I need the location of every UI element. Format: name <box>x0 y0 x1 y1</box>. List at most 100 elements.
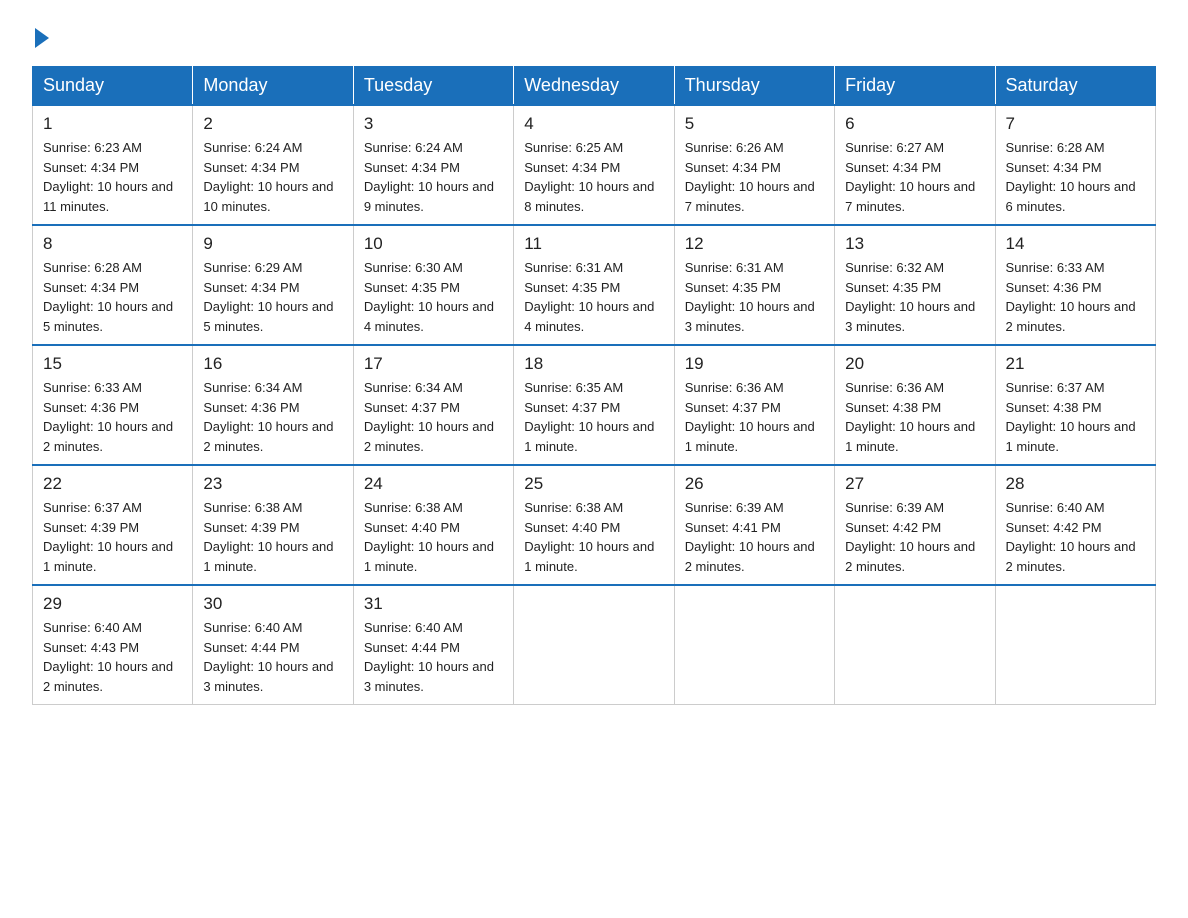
day-info: Sunrise: 6:36 AMSunset: 4:38 PMDaylight:… <box>845 378 984 456</box>
page-header <box>32 24 1156 48</box>
day-number: 24 <box>364 474 503 494</box>
logo-arrow-icon <box>35 28 49 48</box>
calendar-day-cell: 26 Sunrise: 6:39 AMSunset: 4:41 PMDayligh… <box>674 465 834 585</box>
calendar-day-cell: 12 Sunrise: 6:31 AMSunset: 4:35 PMDayligh… <box>674 225 834 345</box>
calendar-day-cell: 1 Sunrise: 6:23 AMSunset: 4:34 PMDaylight… <box>33 105 193 225</box>
calendar-header-friday: Friday <box>835 67 995 106</box>
day-info: Sunrise: 6:40 AMSunset: 4:42 PMDaylight:… <box>1006 498 1145 576</box>
day-number: 18 <box>524 354 663 374</box>
day-info: Sunrise: 6:38 AMSunset: 4:40 PMDaylight:… <box>364 498 503 576</box>
calendar-day-cell: 4 Sunrise: 6:25 AMSunset: 4:34 PMDaylight… <box>514 105 674 225</box>
day-info: Sunrise: 6:39 AMSunset: 4:42 PMDaylight:… <box>845 498 984 576</box>
day-info: Sunrise: 6:36 AMSunset: 4:37 PMDaylight:… <box>685 378 824 456</box>
day-number: 6 <box>845 114 984 134</box>
calendar-day-cell: 19 Sunrise: 6:36 AMSunset: 4:37 PMDayligh… <box>674 345 834 465</box>
calendar-day-cell: 11 Sunrise: 6:31 AMSunset: 4:35 PMDayligh… <box>514 225 674 345</box>
day-number: 13 <box>845 234 984 254</box>
day-number: 4 <box>524 114 663 134</box>
calendar-header-wednesday: Wednesday <box>514 67 674 106</box>
day-info: Sunrise: 6:37 AMSunset: 4:38 PMDaylight:… <box>1006 378 1145 456</box>
day-number: 1 <box>43 114 182 134</box>
calendar-day-cell: 22Sunrise: 6:37 AMSunset: 4:39 PMDayligh… <box>33 465 193 585</box>
calendar-day-cell: 7 Sunrise: 6:28 AMSunset: 4:34 PMDaylight… <box>995 105 1155 225</box>
day-info: Sunrise: 6:23 AMSunset: 4:34 PMDaylight:… <box>43 138 182 216</box>
calendar-day-cell: 21Sunrise: 6:37 AMSunset: 4:38 PMDayligh… <box>995 345 1155 465</box>
calendar-day-cell: 20 Sunrise: 6:36 AMSunset: 4:38 PMDayligh… <box>835 345 995 465</box>
day-number: 20 <box>845 354 984 374</box>
calendar-day-cell: 28 Sunrise: 6:40 AMSunset: 4:42 PMDayligh… <box>995 465 1155 585</box>
day-number: 31 <box>364 594 503 614</box>
day-info: Sunrise: 6:26 AMSunset: 4:34 PMDaylight:… <box>685 138 824 216</box>
calendar-header-monday: Monday <box>193 67 353 106</box>
day-number: 26 <box>685 474 824 494</box>
calendar-day-cell: 23 Sunrise: 6:38 AMSunset: 4:39 PMDayligh… <box>193 465 353 585</box>
day-info: Sunrise: 6:33 AMSunset: 4:36 PMDaylight:… <box>43 378 182 456</box>
day-info: Sunrise: 6:25 AMSunset: 4:34 PMDaylight:… <box>524 138 663 216</box>
day-info: Sunrise: 6:35 AMSunset: 4:37 PMDaylight:… <box>524 378 663 456</box>
day-number: 3 <box>364 114 503 134</box>
day-number: 9 <box>203 234 342 254</box>
logo <box>32 24 49 48</box>
calendar-day-cell <box>835 585 995 705</box>
calendar-header-thursday: Thursday <box>674 67 834 106</box>
day-info: Sunrise: 6:40 AMSunset: 4:43 PMDaylight:… <box>43 618 182 696</box>
day-number: 8 <box>43 234 182 254</box>
day-number: 15 <box>43 354 182 374</box>
calendar-header-sunday: Sunday <box>33 67 193 106</box>
day-info: Sunrise: 6:39 AMSunset: 4:41 PMDaylight:… <box>685 498 824 576</box>
day-info: Sunrise: 6:34 AMSunset: 4:36 PMDaylight:… <box>203 378 342 456</box>
calendar-day-cell: 15 Sunrise: 6:33 AMSunset: 4:36 PMDayligh… <box>33 345 193 465</box>
day-number: 27 <box>845 474 984 494</box>
calendar-day-cell: 3Sunrise: 6:24 AMSunset: 4:34 PMDaylight… <box>353 105 513 225</box>
calendar-day-cell: 2 Sunrise: 6:24 AMSunset: 4:34 PMDaylight… <box>193 105 353 225</box>
calendar-header-row: SundayMondayTuesdayWednesdayThursdayFrid… <box>33 67 1156 106</box>
calendar-day-cell <box>995 585 1155 705</box>
day-number: 23 <box>203 474 342 494</box>
calendar-day-cell: 31 Sunrise: 6:40 AMSunset: 4:44 PMDayligh… <box>353 585 513 705</box>
day-info: Sunrise: 6:28 AMSunset: 4:34 PMDaylight:… <box>1006 138 1145 216</box>
day-info: Sunrise: 6:24 AMSunset: 4:34 PMDaylight:… <box>203 138 342 216</box>
day-info: Sunrise: 6:37 AMSunset: 4:39 PMDaylight:… <box>43 498 182 576</box>
day-info: Sunrise: 6:31 AMSunset: 4:35 PMDaylight:… <box>685 258 824 336</box>
calendar-day-cell: 13 Sunrise: 6:32 AMSunset: 4:35 PMDayligh… <box>835 225 995 345</box>
calendar-day-cell: 16Sunrise: 6:34 AMSunset: 4:36 PMDayligh… <box>193 345 353 465</box>
calendar-week-row: 29Sunrise: 6:40 AMSunset: 4:43 PMDayligh… <box>33 585 1156 705</box>
calendar-day-cell: 17 Sunrise: 6:34 AMSunset: 4:37 PMDayligh… <box>353 345 513 465</box>
calendar-table: SundayMondayTuesdayWednesdayThursdayFrid… <box>32 66 1156 705</box>
day-number: 10 <box>364 234 503 254</box>
day-info: Sunrise: 6:34 AMSunset: 4:37 PMDaylight:… <box>364 378 503 456</box>
calendar-week-row: 8 Sunrise: 6:28 AMSunset: 4:34 PMDaylight… <box>33 225 1156 345</box>
day-number: 19 <box>685 354 824 374</box>
calendar-day-cell: 18 Sunrise: 6:35 AMSunset: 4:37 PMDayligh… <box>514 345 674 465</box>
day-number: 25 <box>524 474 663 494</box>
day-info: Sunrise: 6:29 AMSunset: 4:34 PMDaylight:… <box>203 258 342 336</box>
day-number: 30 <box>203 594 342 614</box>
calendar-day-cell: 27 Sunrise: 6:39 AMSunset: 4:42 PMDayligh… <box>835 465 995 585</box>
day-number: 12 <box>685 234 824 254</box>
day-number: 28 <box>1006 474 1145 494</box>
day-info: Sunrise: 6:28 AMSunset: 4:34 PMDaylight:… <box>43 258 182 336</box>
calendar-week-row: 1 Sunrise: 6:23 AMSunset: 4:34 PMDaylight… <box>33 105 1156 225</box>
day-info: Sunrise: 6:30 AMSunset: 4:35 PMDaylight:… <box>364 258 503 336</box>
calendar-header-saturday: Saturday <box>995 67 1155 106</box>
day-info: Sunrise: 6:40 AMSunset: 4:44 PMDaylight:… <box>203 618 342 696</box>
calendar-day-cell: 9 Sunrise: 6:29 AMSunset: 4:34 PMDaylight… <box>193 225 353 345</box>
day-info: Sunrise: 6:27 AMSunset: 4:34 PMDaylight:… <box>845 138 984 216</box>
calendar-day-cell: 8 Sunrise: 6:28 AMSunset: 4:34 PMDaylight… <box>33 225 193 345</box>
calendar-day-cell: 25Sunrise: 6:38 AMSunset: 4:40 PMDayligh… <box>514 465 674 585</box>
day-info: Sunrise: 6:31 AMSunset: 4:35 PMDaylight:… <box>524 258 663 336</box>
day-number: 14 <box>1006 234 1145 254</box>
calendar-day-cell <box>514 585 674 705</box>
day-number: 2 <box>203 114 342 134</box>
day-info: Sunrise: 6:40 AMSunset: 4:44 PMDaylight:… <box>364 618 503 696</box>
day-number: 11 <box>524 234 663 254</box>
calendar-week-row: 22Sunrise: 6:37 AMSunset: 4:39 PMDayligh… <box>33 465 1156 585</box>
day-info: Sunrise: 6:32 AMSunset: 4:35 PMDaylight:… <box>845 258 984 336</box>
day-number: 5 <box>685 114 824 134</box>
day-number: 17 <box>364 354 503 374</box>
calendar-week-row: 15 Sunrise: 6:33 AMSunset: 4:36 PMDayligh… <box>33 345 1156 465</box>
calendar-day-cell: 10 Sunrise: 6:30 AMSunset: 4:35 PMDayligh… <box>353 225 513 345</box>
day-info: Sunrise: 6:38 AMSunset: 4:39 PMDaylight:… <box>203 498 342 576</box>
calendar-day-cell <box>674 585 834 705</box>
day-number: 7 <box>1006 114 1145 134</box>
